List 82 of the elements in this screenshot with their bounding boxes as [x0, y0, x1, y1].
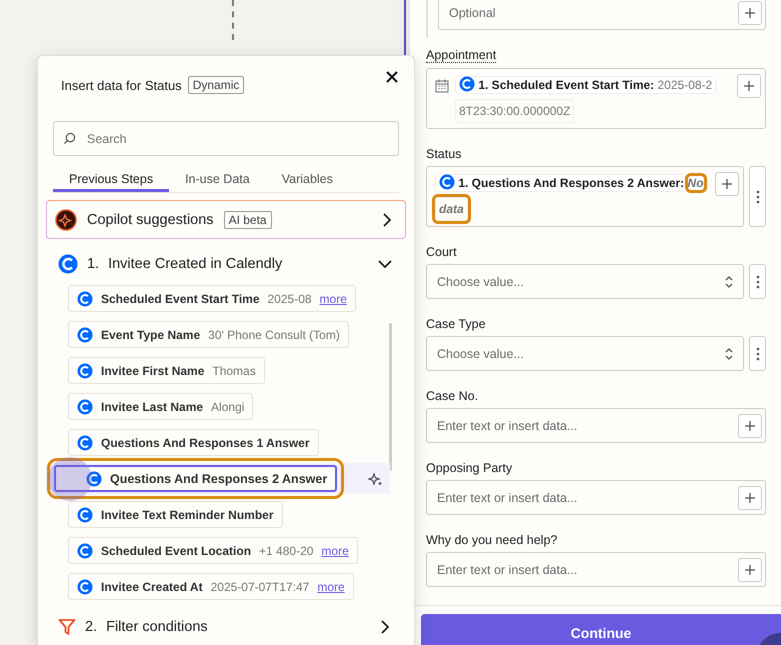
select-field[interactable]: Choose value...	[426, 336, 744, 371]
insert-data-button[interactable]	[737, 74, 761, 98]
sparkle-icon[interactable]	[368, 472, 382, 486]
calendly-logo-icon	[77, 362, 93, 378]
calendly-logo-icon	[58, 254, 78, 274]
field-label: Status	[426, 147, 462, 161]
calendly-logo-icon	[77, 506, 93, 522]
calendly-logo-icon	[459, 76, 475, 92]
search-icon	[63, 132, 76, 145]
plus-icon	[744, 6, 756, 18]
up-down-chevron-icon	[724, 346, 734, 360]
copilot-suggestions-card[interactable]: Copilot suggestions AI beta	[46, 200, 406, 239]
field-label: Court	[426, 245, 457, 259]
data-item[interactable]: Scheduled Event Location +1 480-20 more	[68, 537, 358, 564]
calendly-logo-icon	[77, 398, 93, 414]
continue-button[interactable]: Continue	[421, 614, 781, 645]
step-title: Filter conditions	[106, 619, 208, 635]
plus-icon	[743, 80, 755, 92]
insert-data-button[interactable]	[738, 486, 762, 510]
plus-icon	[744, 492, 756, 504]
ai-beta-tag: AI beta	[224, 210, 272, 228]
field-label: Appointment	[426, 48, 496, 63]
more-options-button[interactable]	[749, 336, 766, 371]
up-down-chevron-icon	[724, 274, 734, 288]
select-field[interactable]: Choose value...	[426, 264, 744, 299]
search-field[interactable]: Search	[53, 121, 399, 156]
data-item[interactable]: Invitee Text Reminder Number	[68, 501, 282, 528]
plus-icon	[721, 178, 733, 190]
data-pill-value: data	[435, 197, 468, 221]
tab[interactable]: Previous Steps	[53, 170, 170, 192]
calendly-logo-icon	[439, 174, 455, 190]
kebab-menu-icon	[756, 190, 760, 204]
field-label: Why do you need help?	[426, 533, 558, 547]
step-number: 2.	[85, 619, 98, 635]
sparkle-logo-icon	[55, 208, 77, 230]
filter-icon	[58, 618, 76, 636]
calendly-logo-icon	[77, 434, 93, 450]
click-indicator	[48, 456, 92, 500]
kebab-menu-icon	[756, 274, 760, 288]
close-button[interactable]	[384, 69, 400, 85]
insert-data-button[interactable]	[715, 172, 739, 196]
data-field[interactable]: 1. Questions And Responses 2 Answer: No data	[426, 166, 744, 227]
data-field[interactable]: 1. Scheduled Event Start Time: 2025-08-2 8T23:30:00.000000Z	[426, 68, 766, 129]
insert-data-button[interactable]	[738, 558, 762, 582]
step-number: 1.	[87, 256, 100, 272]
data-item[interactable]: Questions And Responses 1 Answer	[68, 429, 318, 456]
data-item[interactable]: Invitee Created At 2025-07-07T17:47 more	[68, 573, 354, 600]
input-field[interactable]: Enter text or insert data...	[426, 552, 766, 587]
input-field[interactable]: Enter text or insert data...	[426, 480, 766, 515]
copilot-title: Copilot suggestions	[87, 212, 214, 228]
calendly-logo-icon	[77, 578, 93, 594]
popup-title: Insert data for Status	[61, 78, 182, 92]
dynamic-tag: Dynamic	[188, 76, 244, 94]
insert-data-button[interactable]	[738, 0, 762, 24]
calendly-logo-icon	[77, 326, 93, 342]
tab[interactable]: Variables	[266, 170, 349, 192]
calendly-logo-icon	[86, 470, 102, 486]
data-item[interactable]: Event Type Name 30' Phone Consult (Tom)	[68, 321, 349, 348]
field-label: Case Type	[426, 317, 486, 331]
data-item[interactable]: Scheduled Event Start Time 2025-08 more	[68, 285, 356, 312]
data-item[interactable]: Invitee Last Name Alongi	[68, 393, 254, 420]
chevron-right-icon	[383, 212, 391, 226]
field-label: Opposing Party	[426, 461, 512, 475]
data-pill[interactable]: 1. Questions And Responses 2 Answer: No	[435, 174, 708, 192]
data-pill[interactable]: 1. Scheduled Event Start Time: 2025-08-2	[455, 76, 716, 94]
close-icon	[386, 71, 398, 83]
step-header[interactable]: 2. Filter conditions	[46, 608, 406, 645]
step-header[interactable]: 1. Invitee Created in Calendly	[46, 245, 406, 283]
calendly-logo-icon	[77, 542, 93, 558]
kebab-menu-icon	[756, 346, 760, 360]
insert-data-button[interactable]	[738, 414, 762, 438]
step-title: Invitee Created in Calendly	[108, 256, 282, 272]
plus-icon	[744, 420, 756, 432]
input-field[interactable]: Enter text or insert data...	[426, 408, 766, 443]
input-field[interactable]: Optional	[438, 0, 766, 30]
calendly-logo-icon	[77, 290, 93, 306]
field-label: Case No.	[426, 389, 478, 403]
more-options-button[interactable]	[749, 264, 766, 299]
data-item[interactable]: Invitee First Name Thomas	[68, 357, 265, 384]
plus-icon	[744, 564, 756, 576]
tab[interactable]: In-use Data	[169, 170, 266, 192]
data-pill-value: 8T23:30:00.000000Z	[455, 99, 574, 123]
